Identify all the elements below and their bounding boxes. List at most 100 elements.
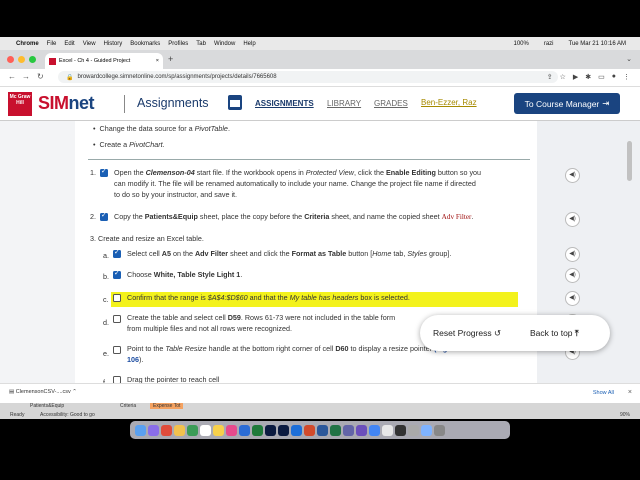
simnet-logo[interactable]: SIMnet (38, 93, 95, 114)
launchpad-icon[interactable] (148, 424, 159, 436)
download-item[interactable]: ▤ ClemensonCSV-....csv ⌃ (9, 389, 77, 395)
share-icon[interactable]: ⇪ (547, 73, 553, 81)
se-line2-fig[interactable]: 106 (127, 355, 139, 364)
menu-file[interactable]: File (47, 41, 57, 47)
word-icon[interactable] (317, 424, 328, 436)
reset-progress-label: Reset Progress (433, 328, 492, 338)
app-icon[interactable] (382, 424, 393, 436)
step-2-checkbox[interactable] (100, 211, 108, 221)
minimize-window-icon[interactable] (18, 56, 25, 63)
excel-sheet-tab-2[interactable]: Criteria (120, 403, 136, 409)
menu-profiles[interactable]: Profiles (168, 41, 188, 47)
menubar-app[interactable]: Chrome (16, 41, 39, 47)
close-tab-icon[interactable]: × (156, 58, 159, 64)
photoshop-icon[interactable] (278, 424, 289, 436)
step-1-checkbox[interactable] (100, 167, 108, 177)
app-icon[interactable] (174, 424, 185, 436)
battery-status[interactable]: 100% (513, 41, 528, 47)
nav-assignments[interactable]: ASSIGNMENTS (255, 99, 314, 108)
audio-speaker-icon[interactable]: ◀) (565, 168, 580, 183)
back-icon[interactable]: ← (8, 72, 16, 81)
app-icon[interactable] (187, 424, 198, 436)
sc-t3: box is selected. (358, 293, 410, 302)
audio-speaker-icon[interactable]: ◀) (565, 268, 580, 283)
excel-zoom[interactable]: 90% (620, 412, 630, 418)
substep-a-checkbox[interactable] (113, 248, 121, 258)
notes-icon[interactable] (213, 424, 224, 436)
new-tab-icon[interactable]: + (168, 54, 173, 64)
excel-sheet-tab-1[interactable]: Patients&Equip (30, 403, 64, 409)
calendar-app-icon[interactable] (200, 424, 211, 436)
puzzle-icon[interactable]: ✱ (585, 73, 591, 81)
user-name-link[interactable]: Ben-Ezzer, Raz (421, 98, 477, 107)
reset-progress-button[interactable]: Reset Progress ↺ (433, 328, 501, 339)
audio-speaker-icon[interactable]: ◀) (565, 291, 580, 306)
address-bar[interactable]: 🔒 browardcollege.simnetonline.com/sp/ass… (58, 71, 558, 83)
browser-tab[interactable]: Excel - Ch 4 - Guided Project × (45, 53, 163, 69)
chrome-icon[interactable] (369, 424, 380, 436)
app-icon[interactable] (408, 424, 419, 436)
nav-library[interactable]: LIBRARY (327, 99, 361, 108)
se-handle: Table Resize (165, 344, 207, 353)
substep-b-checkbox[interactable] (113, 269, 121, 279)
back-to-top-button[interactable]: Back to top ⤒ (530, 328, 579, 339)
forward-icon[interactable]: → (22, 72, 30, 81)
close-window-icon[interactable] (7, 56, 14, 63)
course-manager-button[interactable]: To Course Manager ⇥ (514, 93, 620, 114)
excel-sheet-tab-3[interactable]: Expense Tot (150, 403, 184, 409)
finder-icon[interactable] (135, 424, 146, 436)
teams-icon[interactable] (343, 424, 354, 436)
calendar-icon[interactable] (228, 95, 242, 110)
tab-search-icon[interactable]: ⌄ (626, 55, 632, 63)
excel-icon[interactable] (330, 424, 341, 436)
menu-tab[interactable]: Tab (196, 41, 206, 47)
menu-bookmarks[interactable]: Bookmarks (130, 41, 160, 47)
menubar-user[interactable]: razi (544, 41, 554, 47)
clock[interactable]: Tue Mar 21 10:16 AM (569, 41, 626, 47)
extension-icon[interactable]: ▶ (573, 73, 578, 81)
app-icon[interactable] (291, 424, 302, 436)
menu-history[interactable]: History (104, 41, 123, 47)
sb-t1: Choose (127, 270, 154, 279)
app-icon[interactable] (161, 424, 172, 436)
premiere-icon[interactable] (265, 424, 276, 436)
substep-c-checkbox[interactable] (113, 294, 121, 302)
menu-kebab-icon[interactable]: ⋮ (623, 73, 630, 81)
zoom-window-icon[interactable] (29, 56, 36, 63)
terminal-icon[interactable] (395, 424, 406, 436)
step-2-criteria: Criteria (304, 212, 330, 221)
chevron-up-icon[interactable]: ⌃ (72, 389, 77, 395)
reload-icon[interactable]: ↻ (37, 72, 44, 81)
step-3-text: Create and resize an Excel table. (98, 234, 204, 243)
close-downloads-icon[interactable]: × (628, 389, 632, 396)
menu-view[interactable]: View (83, 41, 96, 47)
toolbar-icons: ⇪ ☆ ▶ ✱ ▭ ● ⋮ (547, 73, 630, 81)
substep-d-text: Create the table and select cell D59. Ro… (127, 312, 427, 334)
music-icon[interactable] (226, 424, 237, 436)
profile-icon[interactable]: ● (612, 73, 616, 81)
app-icon[interactable] (239, 424, 250, 436)
mcgraw-hill-logo[interactable]: Mc Graw Hill (8, 92, 32, 116)
substep-f-checkbox[interactable] (113, 376, 121, 383)
menu-window[interactable]: Window (214, 41, 235, 47)
substep-d-checkbox[interactable] (113, 315, 121, 323)
trash-icon[interactable] (434, 424, 445, 436)
audio-speaker-icon[interactable]: ◀) (565, 247, 580, 262)
show-all-button[interactable]: Show All (593, 390, 614, 396)
excel-accessibility[interactable]: Accessibility: Good to go (40, 412, 95, 418)
substep-e-checkbox[interactable] (113, 346, 121, 354)
se-cell: D60 (335, 344, 349, 353)
folder-icon[interactable] (421, 424, 432, 436)
bookmark-star-icon[interactable]: ☆ (560, 73, 566, 81)
page-scrollbar[interactable] (627, 141, 632, 181)
sidepanel-icon[interactable]: ▭ (598, 73, 605, 81)
menu-edit[interactable]: Edit (64, 41, 74, 47)
app-icon[interactable] (252, 424, 263, 436)
audio-speaker-icon[interactable]: ◀) (565, 212, 580, 227)
nav-grades[interactable]: GRADES (374, 99, 408, 108)
app-icon[interactable] (356, 424, 367, 436)
powerpoint-icon[interactable] (304, 424, 315, 436)
excel-status-ready: Ready (10, 412, 25, 418)
menu-help[interactable]: Help (243, 41, 255, 47)
menubar-status: 100% razi Tue Mar 21 10:16 AM (513, 41, 634, 47)
